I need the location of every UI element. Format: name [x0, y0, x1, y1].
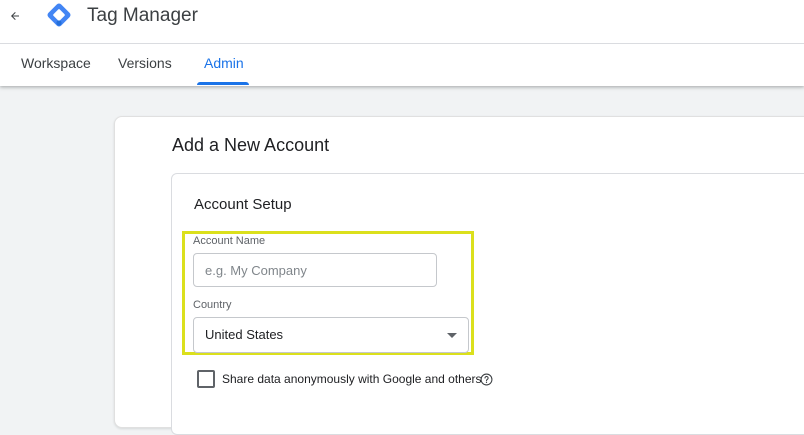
share-data-checkbox[interactable]	[197, 370, 215, 388]
tab-versions[interactable]: Versions	[118, 44, 172, 86]
help-circle-icon[interactable]	[480, 373, 493, 386]
app-title: Tag Manager	[87, 5, 198, 26]
back-button[interactable]	[6, 6, 24, 26]
active-tab-indicator	[197, 82, 249, 85]
arrow-left-icon	[11, 12, 19, 20]
tag-manager-logo-icon[interactable]	[45, 1, 73, 29]
country-selected-value: United States	[205, 327, 284, 342]
country-select[interactable]: United States	[193, 317, 469, 353]
page-title: Add a New Account	[172, 135, 330, 155]
top-app-bar: Tag Manager Workspace Versions Admin	[0, 0, 804, 86]
tab-admin[interactable]: Admin	[204, 44, 244, 86]
share-data-label: Share data anonymously with Google and o…	[222, 372, 482, 386]
account-name-input[interactable]	[193, 253, 437, 287]
chevron-down-icon	[447, 333, 457, 338]
tab-workspace[interactable]: Workspace	[21, 44, 91, 86]
country-label: Country	[193, 299, 232, 311]
section-title: Account Setup	[194, 196, 292, 213]
header-row: Tag Manager	[0, 0, 804, 44]
account-name-label: Account Name	[193, 235, 266, 247]
